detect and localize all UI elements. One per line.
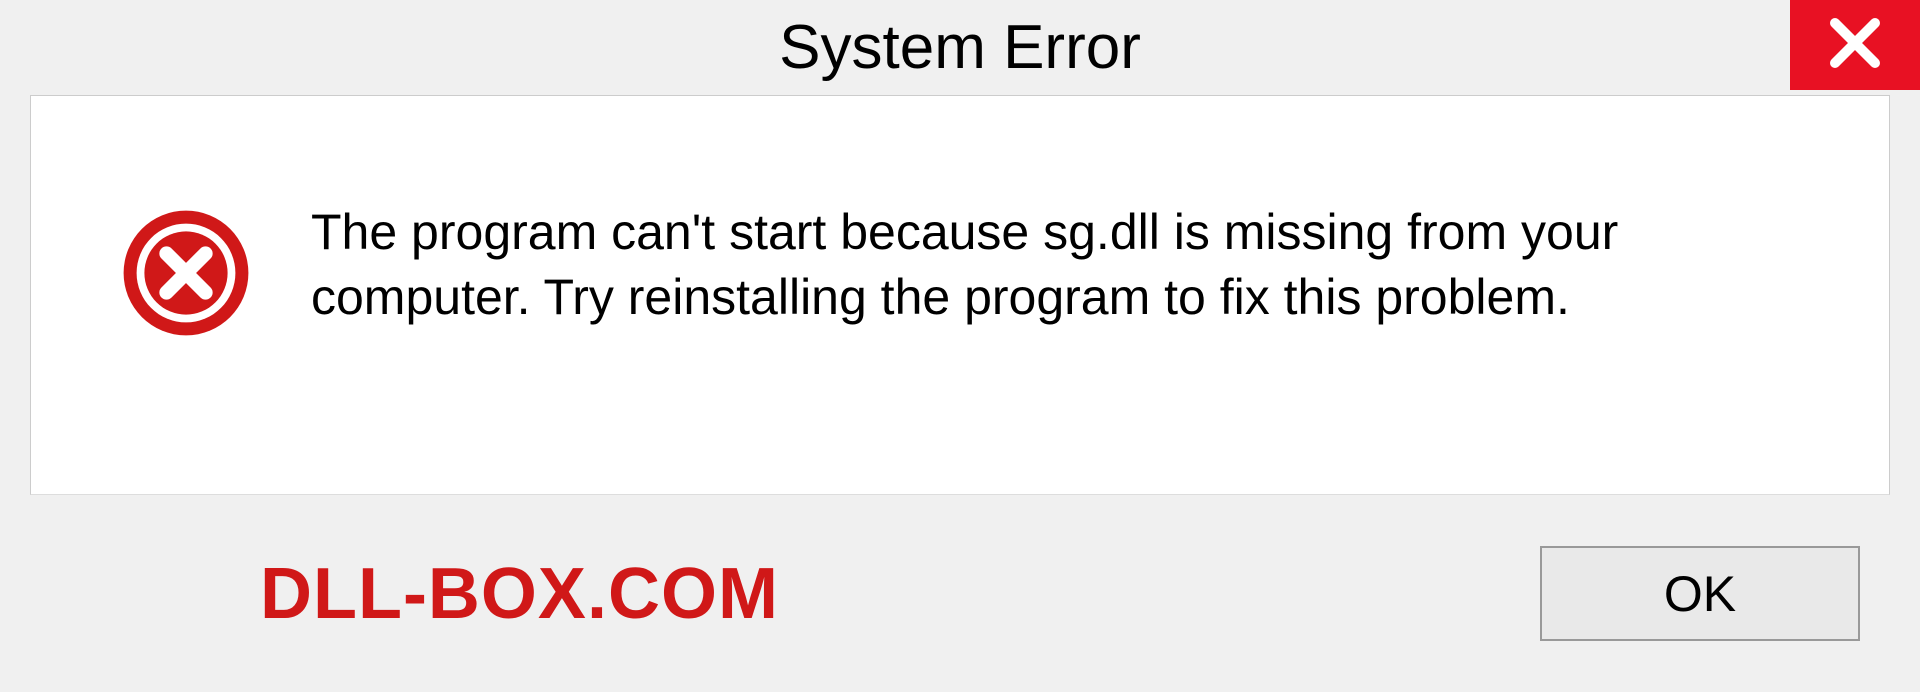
content-panel: The program can't start because sg.dll i… [30,95,1890,495]
footer: DLL-BOX.COM OK [0,495,1920,692]
window-title: System Error [779,12,1141,83]
ok-button[interactable]: OK [1540,546,1860,641]
watermark-text: DLL-BOX.COM [260,553,779,635]
ok-button-label: OK [1664,565,1736,623]
close-icon [1825,13,1885,78]
close-button[interactable] [1790,0,1920,90]
error-message: The program can't start because sg.dll i… [311,200,1761,330]
error-icon [121,208,251,343]
titlebar: System Error [0,0,1920,95]
